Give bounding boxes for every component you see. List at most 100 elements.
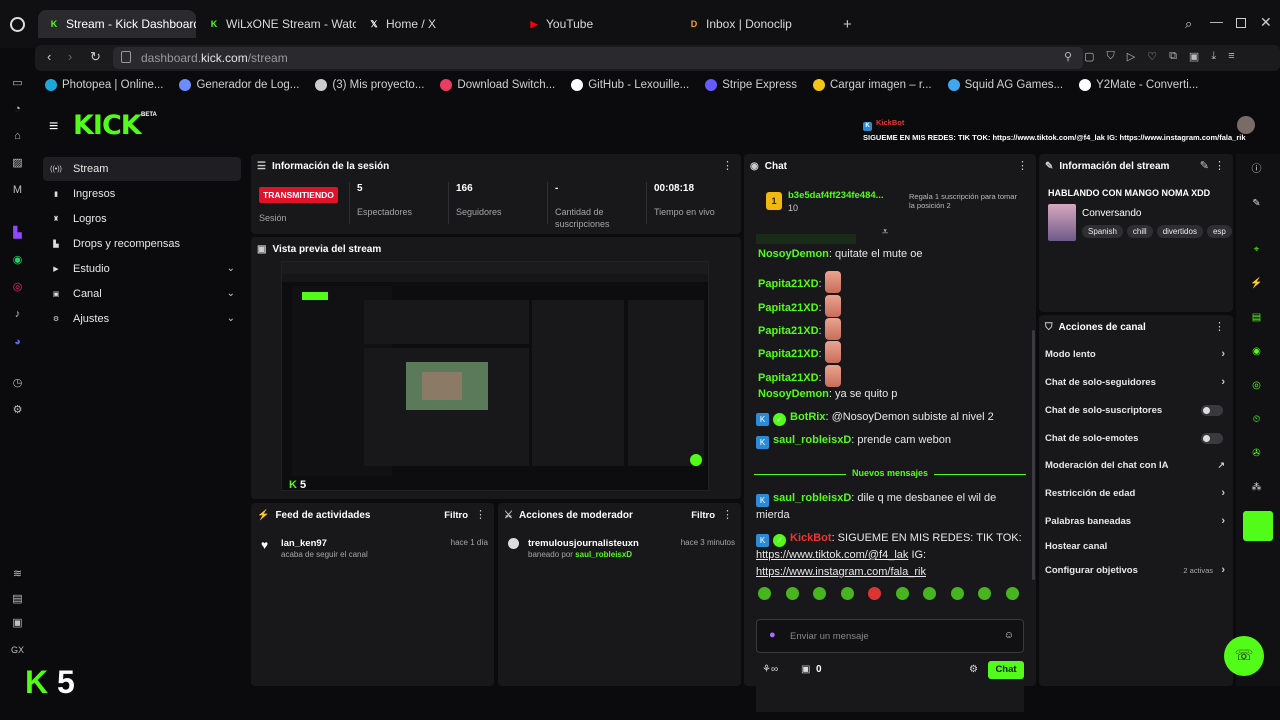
active-tool-button[interactable]: [1243, 511, 1273, 541]
heart-icon[interactable]: ♡: [1147, 50, 1157, 66]
browser-tab[interactable]: K Stream - Kick Dashboard: [38, 10, 196, 38]
twitch-icon[interactable]: ▙: [10, 226, 25, 241]
bookmark-item[interactable]: Cargar imagen – r...: [813, 79, 932, 91]
browser-tab[interactable]: K WiLxONE Stream - Watch: [198, 10, 356, 38]
mod-item-user[interactable]: tremulousjournalisteuxn: [528, 538, 639, 549]
chat-username[interactable]: Papita21XD: [758, 372, 819, 384]
bot-user[interactable]: KickBot: [790, 532, 832, 544]
new-messages-label[interactable]: Nuevos mensajes: [846, 468, 935, 478]
workspace-icon[interactable]: ⌂: [10, 129, 25, 144]
hamburger-menu-icon[interactable]: ≡: [49, 118, 58, 136]
history-icon[interactable]: ◷: [10, 376, 25, 391]
timer-icon[interactable]: ⏲: [1249, 412, 1264, 427]
channel-action-item[interactable]: Configurar objetivos › 2 activas: [1045, 559, 1229, 581]
chat-after-user[interactable]: saul_robleisxD: [773, 492, 851, 504]
emote-icon[interactable]: [895, 587, 909, 600]
toggle-switch[interactable]: [1201, 433, 1223, 444]
mod-item-by[interactable]: saul_robleisxD: [575, 550, 632, 559]
emote-icon[interactable]: [813, 587, 826, 600]
snapshot-icon[interactable]: ▢: [1084, 50, 1094, 66]
chat-username[interactable]: NosoyDemon: [758, 248, 829, 260]
radio-icon[interactable]: ◎: [1249, 378, 1264, 393]
cpu-icon[interactable]: ▣: [10, 616, 25, 631]
menu-icon[interactable]: ≡: [1228, 50, 1234, 66]
kick-logo[interactable]: KICK: [73, 110, 142, 141]
support-button[interactable]: ☏: [1224, 636, 1264, 676]
stream-tag[interactable]: esp: [1206, 225, 1232, 238]
emote-icon[interactable]: [950, 587, 964, 600]
bookmark-item[interactable]: Photopea | Online...: [45, 79, 163, 91]
toggle-switch[interactable]: [1201, 405, 1223, 416]
channel-action-item[interactable]: Palabras baneadas ›: [1045, 510, 1229, 532]
top-gifter-user[interactable]: b3e5daf4ff234fe484...: [788, 190, 884, 201]
new-tab-button[interactable]: +: [843, 16, 852, 33]
chat-scrollbar[interactable]: [1032, 330, 1035, 580]
clipboard-icon[interactable]: ▤: [1249, 310, 1264, 325]
bot-link-tiktok[interactable]: https://www.tiktok.com/@f4_lak: [756, 549, 908, 561]
bookmark-item[interactable]: Squid AG Games...: [947, 79, 1063, 91]
whatsapp-icon[interactable]: ◉: [10, 253, 25, 268]
mic-icon[interactable]: ●: [769, 629, 776, 641]
chat-more-icon[interactable]: ⋮: [1017, 159, 1028, 172]
send-chat-button[interactable]: Chat: [988, 661, 1024, 679]
nav-item-canal[interactable]: ▣ Canal ⌄: [43, 282, 241, 306]
channel-action-item[interactable]: Hostear canal: [1045, 535, 1229, 557]
stream-tag[interactable]: Spanish: [1082, 225, 1123, 238]
chat-input-box[interactable]: ● Enviar un mensaje ☺: [756, 619, 1024, 653]
search-tabs-icon[interactable]: ⌕: [1185, 16, 1192, 32]
emote-icon[interactable]: [1005, 587, 1019, 600]
target-icon[interactable]: ⌖: [1249, 242, 1264, 257]
info-icon[interactable]: ⓘ: [1249, 162, 1264, 177]
channel-action-item[interactable]: Chat de solo-emotes: [1045, 427, 1229, 449]
close-window-button[interactable]: ✕: [1260, 14, 1272, 31]
emoji-icon[interactable]: ☺: [1004, 630, 1014, 641]
cards-icon[interactable]: ▨: [10, 156, 25, 171]
maximize-button[interactable]: [1236, 18, 1246, 28]
back-icon[interactable]: ‹: [47, 49, 51, 64]
chat-bubble-icon[interactable]: ◉: [1249, 344, 1264, 359]
vpn-badge-icon[interactable]: ▣: [1189, 50, 1199, 66]
stream-category[interactable]: Conversando: [1082, 208, 1141, 219]
gift-icon[interactable]: ▣: [801, 664, 810, 675]
stream-tag[interactable]: chill: [1126, 225, 1153, 238]
emote-icon[interactable]: [758, 587, 771, 600]
emote-icon[interactable]: [978, 587, 991, 600]
site-info-icon[interactable]: [121, 51, 131, 63]
chat-username[interactable]: BotRix: [790, 411, 825, 423]
browser-tab[interactable]: ▶ YouTube: [518, 10, 676, 38]
bookmark-item[interactable]: Generador de Log...: [179, 79, 299, 91]
emote-icon[interactable]: [923, 587, 936, 600]
reload-icon[interactable]: ↻: [90, 49, 101, 65]
bookmark-item[interactable]: Stripe Express: [705, 79, 797, 91]
chat-input[interactable]: [756, 676, 1024, 712]
pin-collapse-icon[interactable]: ⩡: [882, 226, 888, 239]
chat-settings-icon[interactable]: ⚙: [969, 664, 978, 675]
channel-action-item[interactable]: Chat de solo-suscriptores: [1045, 399, 1229, 421]
feed-filter-button[interactable]: Filtro: [444, 510, 468, 521]
category-thumbnail[interactable]: [1048, 204, 1076, 241]
discord-icon[interactable]: ◕: [10, 335, 25, 350]
bot-link-instagram[interactable]: https://www.instagram.com/fala_rik: [756, 566, 926, 578]
aria-icon[interactable]: ◔: [10, 102, 25, 117]
wifi-icon[interactable]: ≋: [10, 567, 25, 582]
stream-tag[interactable]: divertidos: [1156, 225, 1203, 238]
emote-icon[interactable]: [868, 587, 881, 600]
browser-tab[interactable]: D Inbox | Donoclip: [678, 10, 836, 38]
download-icon[interactable]: ⤓: [1211, 50, 1216, 66]
stream-info-more-icon[interactable]: ⋮: [1214, 159, 1225, 172]
emote-icon[interactable]: [785, 587, 799, 600]
bookmark-item[interactable]: Y2Mate - Converti...: [1079, 79, 1198, 91]
channel-action-item[interactable]: Modo lento ›: [1045, 343, 1229, 365]
gx-icon[interactable]: GX: [10, 643, 25, 658]
chat-username[interactable]: saul_robleisxD: [773, 434, 851, 446]
chat-username[interactable]: NosoyDemon: [758, 388, 829, 400]
edit-icon[interactable]: ✎: [1249, 196, 1264, 211]
points-icon[interactable]: ⚘∞: [762, 664, 778, 675]
settings-icon[interactable]: ⚙: [10, 403, 25, 418]
nav-item-ajustes[interactable]: ⚙ Ajustes ⌄: [43, 307, 241, 331]
shield-icon[interactable]: ⛉: [1106, 50, 1114, 66]
tiktok-icon[interactable]: ♪: [10, 307, 25, 322]
mod-filter-button[interactable]: Filtro: [691, 510, 715, 521]
channel-action-item[interactable]: Moderación del chat con IA ↗: [1045, 454, 1229, 476]
ram-icon[interactable]: ▤: [10, 592, 25, 607]
